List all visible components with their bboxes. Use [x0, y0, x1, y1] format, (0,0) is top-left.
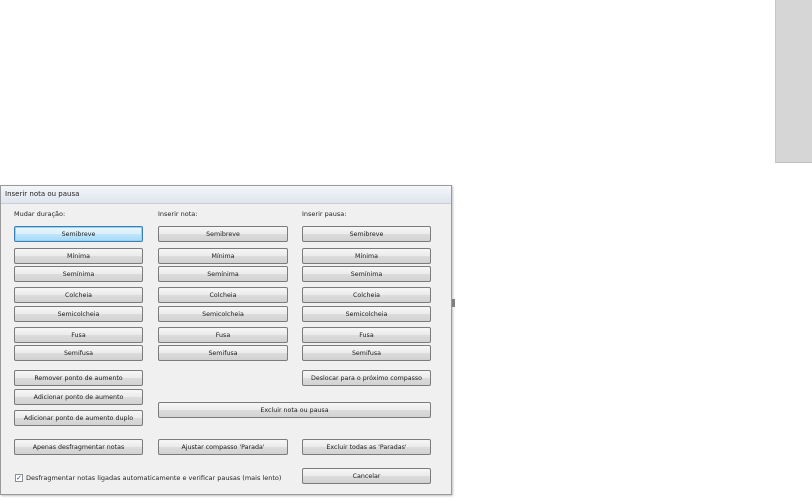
cancel-button[interactable]: Cancelar [302, 468, 431, 484]
add-double-dot-button[interactable]: Adicionar ponto de aumento duplo [14, 410, 143, 426]
insert-note-dialog: Inserir nota ou pausa Mudar duração: Ins… [0, 185, 452, 495]
add-dot-button[interactable]: Adicionar ponto de aumento [14, 389, 143, 405]
note-semicolcheia-button[interactable]: Semicolcheia [158, 306, 288, 322]
note-minima-button[interactable]: Mínima [158, 248, 288, 264]
delete-all-stops-button[interactable]: Excluir todas as 'Paradas' [302, 439, 431, 455]
rest-seminima-button[interactable]: Semínima [302, 266, 431, 282]
rest-semicolcheia-button[interactable]: Semicolcheia [302, 306, 431, 322]
auto-defragment-label: Desfragmentar notas ligadas automaticame… [26, 474, 282, 482]
note-colcheia-button[interactable]: Colcheia [158, 287, 288, 303]
duration-colcheia-button[interactable]: Colcheia [14, 287, 143, 303]
defragment-only-button[interactable]: Apenas desfragmentar notas [14, 439, 143, 455]
rest-fusa-button[interactable]: Fusa [302, 327, 431, 343]
duration-semibreve-button[interactable]: Semibreve [14, 226, 143, 242]
notes-column-label: Inserir nota: [158, 210, 198, 218]
delete-note-or-rest-button[interactable]: Excluir nota ou pausa [158, 402, 431, 418]
remove-dot-button[interactable]: Remover ponto de aumento [14, 370, 143, 386]
side-panel [775, 0, 812, 163]
duration-seminima-button[interactable]: Semínima [14, 266, 143, 282]
rest-semifusa-button[interactable]: Semifusa [302, 345, 431, 361]
resize-grip [452, 299, 455, 307]
dialog-titlebar: Inserir nota ou pausa [1, 186, 451, 204]
duration-fusa-button[interactable]: Fusa [14, 327, 143, 343]
duration-column-label: Mudar duração: [14, 210, 66, 218]
rest-colcheia-button[interactable]: Colcheia [302, 287, 431, 303]
adjust-measure-button[interactable]: Ajustar compasso 'Parada' [158, 439, 288, 455]
duration-minima-button[interactable]: Mínima [14, 248, 143, 264]
dialog-title: Inserir nota ou pausa [5, 190, 80, 198]
note-seminima-button[interactable]: Semínima [158, 266, 288, 282]
auto-defragment-checkbox[interactable]: ✓ [15, 474, 23, 482]
duration-semicolcheia-button[interactable]: Semicolcheia [14, 306, 143, 322]
note-semibreve-button[interactable]: Semibreve [158, 226, 288, 242]
rest-semibreve-button[interactable]: Semibreve [302, 226, 431, 242]
rests-column-label: Inserir pausa: [302, 210, 347, 218]
checkmark-icon: ✓ [16, 473, 22, 482]
move-next-measure-button[interactable]: Deslocar para o próximo compasso [302, 370, 431, 386]
rest-minima-button[interactable]: Mínima [302, 248, 431, 264]
note-fusa-button[interactable]: Fusa [158, 327, 288, 343]
note-semifusa-button[interactable]: Semifusa [158, 345, 288, 361]
duration-semifusa-button[interactable]: Semifusa [14, 345, 143, 361]
